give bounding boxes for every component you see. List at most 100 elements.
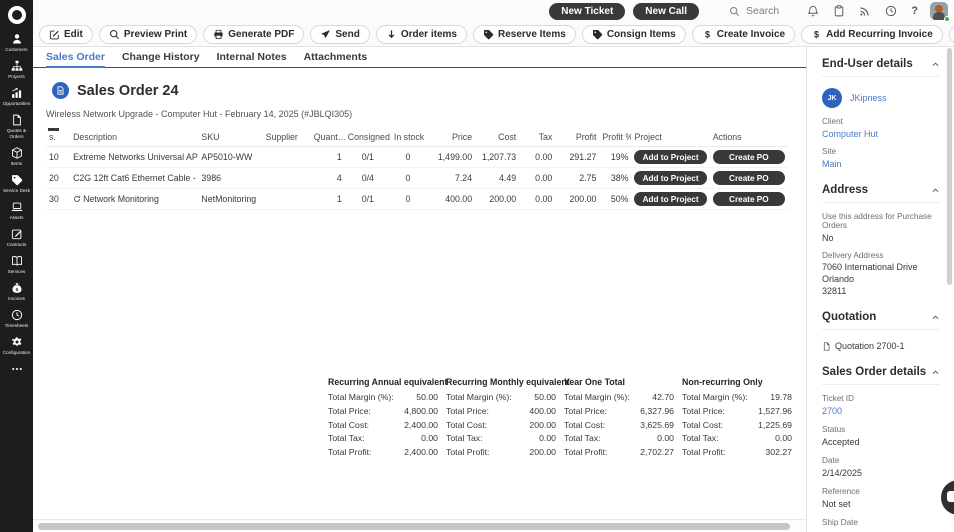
horizontal-scrollbar-thumb[interactable]	[38, 523, 790, 530]
column-header-supplier[interactable]: Supplier	[263, 128, 311, 147]
sidebar-item-quotes-orders[interactable]: Quotes & Orders	[0, 114, 33, 140]
order-subtitle: Wireless Network Upgrade - Computer Hut …	[46, 109, 806, 119]
divider	[822, 76, 940, 77]
create-po-button[interactable]: Create PO	[713, 192, 785, 206]
column-header-actions[interactable]: Actions	[710, 128, 788, 147]
search-button[interactable]: Search	[729, 5, 779, 17]
sidebar-item-invoices[interactable]: $Invoices	[0, 282, 33, 302]
tab-attachments[interactable]: Attachments	[304, 47, 368, 68]
resize-handle	[48, 128, 59, 131]
refresh-icon	[73, 195, 81, 203]
sidebar-item-label: Opportunities	[2, 101, 31, 107]
cell-description: Network Monitoring	[70, 189, 198, 210]
avatar-figure	[935, 5, 943, 12]
column-header-s[interactable]: s.	[46, 128, 70, 147]
chevron-up-icon[interactable]	[931, 368, 940, 377]
column-header-cost[interactable]: Cost	[475, 128, 519, 147]
totals-row-label: Total Tax:	[328, 432, 365, 446]
bell-icon[interactable]	[807, 5, 819, 17]
toolbar-button-preview-print[interactable]: Preview Print	[99, 25, 197, 44]
tab-change-history[interactable]: Change History	[122, 47, 200, 68]
cell-profit: 291.27	[555, 147, 599, 168]
column-header-profit[interactable]: Profit	[555, 128, 599, 147]
quotation-link[interactable]: Quotation 2700-1	[822, 341, 940, 351]
totals-row-value: 200.00	[529, 419, 556, 433]
sidebar-item-opportunities[interactable]: Opportunities	[0, 87, 33, 107]
sidebar-item-assets[interactable]: Assets	[0, 201, 33, 221]
new-call-button[interactable]: New Call	[633, 3, 699, 20]
magnifier-icon	[109, 29, 120, 40]
sidebar-item-customers[interactable]: Customers	[0, 33, 33, 53]
create-po-button[interactable]: Create PO	[713, 150, 785, 164]
table-row[interactable]: 10Extreme Networks Universal AP5010-WW T…	[46, 147, 788, 168]
table-row[interactable]: 20C2G 12ft Cat6 Ethernet Cable - Snagles…	[46, 168, 788, 189]
chevron-up-icon[interactable]	[931, 60, 940, 69]
section-title: Sales Order details	[822, 366, 926, 378]
section-title: Address	[822, 184, 868, 196]
column-header-quant[interactable]: Quant…	[311, 128, 345, 147]
toolbar-button-send[interactable]: Send	[310, 25, 369, 44]
rss-icon[interactable]	[859, 5, 871, 17]
site-link[interactable]: Main	[822, 159, 940, 169]
totals-group-recurring-monthly-equivalent: Recurring Monthly equivalentTotal Margin…	[446, 377, 556, 460]
toolbar-button-add-recurring-invoice[interactable]: $Add Recurring Invoice	[801, 25, 943, 44]
column-header-in-stock[interactable]: In stock	[391, 128, 425, 147]
end-user-link[interactable]: JKipness	[850, 93, 887, 103]
price-tag-icon	[11, 174, 23, 186]
cell-sequence: 10	[46, 147, 70, 168]
add-to-project-button[interactable]: Add to Project	[634, 171, 706, 185]
field-value[interactable]: 2700	[822, 406, 940, 416]
sidebar-item-projects[interactable]: Projects	[0, 60, 33, 80]
app-sidebar: Customers Projects Opportunities Quotes & O…	[0, 0, 33, 532]
quote-doc-icon	[11, 114, 23, 126]
column-header-project[interactable]: Project	[631, 128, 709, 147]
sidebar-item-contracts[interactable]: Contracts	[0, 228, 33, 248]
column-header-price[interactable]: Price	[425, 128, 475, 147]
help-icon[interactable]: ?	[911, 5, 918, 17]
column-header-profit[interactable]: Profit %	[599, 128, 631, 147]
column-header-tax[interactable]: Tax	[519, 128, 555, 147]
toolbar-button-edit[interactable]: Edit	[39, 25, 93, 44]
column-header-consigned[interactable]: Consigned	[345, 128, 391, 147]
column-header-sku[interactable]: SKU	[198, 128, 262, 147]
toolbar-button-create-invoice[interactable]: $Create Invoice	[692, 25, 795, 44]
sidebar-item-service-desk[interactable]: Service Desk	[0, 174, 33, 194]
app-logo-icon[interactable]	[8, 6, 26, 24]
toolbar-button-generate-pdf[interactable]: Generate PDF	[203, 25, 304, 44]
sidebar-item-services[interactable]: Services	[0, 255, 33, 275]
sidebar-item-timesheets[interactable]: Timesheets	[0, 309, 33, 329]
sidebar-item-items[interactable]: Items	[0, 147, 33, 167]
sidebar-item-more[interactable]	[0, 363, 33, 375]
sidebar-item-configuration[interactable]: Configuration	[0, 336, 33, 356]
table-row[interactable]: 30Network MonitoringNetMonitoring10/1040…	[46, 189, 788, 210]
gear-icon	[11, 336, 23, 348]
dollar-icon: $	[811, 29, 822, 40]
user-avatar[interactable]	[930, 2, 948, 20]
chevron-up-icon[interactable]	[931, 186, 940, 195]
toolbar-button-label: Generate PDF	[228, 29, 294, 40]
toolbar-button-clone[interactable]: Clone	[949, 25, 954, 44]
vertical-scrollbar-thumb[interactable]	[947, 48, 952, 285]
price-tag-icon	[483, 29, 494, 40]
add-to-project-button[interactable]: Add to Project	[634, 192, 706, 206]
totals-row-value: 400.00	[529, 405, 556, 419]
create-po-button[interactable]: Create PO	[713, 171, 785, 185]
clipboard-icon[interactable]	[833, 5, 845, 17]
tab-sales-order[interactable]: Sales Order	[46, 47, 105, 68]
new-ticket-button[interactable]: New Ticket	[549, 3, 625, 20]
horizontal-scrollbar[interactable]	[33, 519, 806, 532]
column-header-description[interactable]: Description	[70, 128, 198, 147]
user-avatar-initials[interactable]: JK	[822, 88, 842, 108]
totals-group-title: Recurring Monthly equivalent	[446, 377, 556, 387]
toolbar-button-reserve-items[interactable]: Reserve Items	[473, 25, 576, 44]
toolbar-button-order-items[interactable]: Order items	[376, 25, 467, 44]
add-to-project-button[interactable]: Add to Project	[634, 150, 706, 164]
toolbar-button-consign-items[interactable]: Consign Items	[582, 25, 686, 44]
chevron-up-icon[interactable]	[931, 313, 940, 322]
totals-row-value: 3,625.69	[640, 419, 674, 433]
tab-internal-notes[interactable]: Internal Notes	[217, 47, 287, 68]
person-icon	[11, 33, 23, 45]
history-clock-icon[interactable]	[885, 5, 897, 17]
client-link[interactable]: Computer Hut	[822, 129, 940, 139]
totals-row-label: Total Tax:	[446, 432, 483, 446]
